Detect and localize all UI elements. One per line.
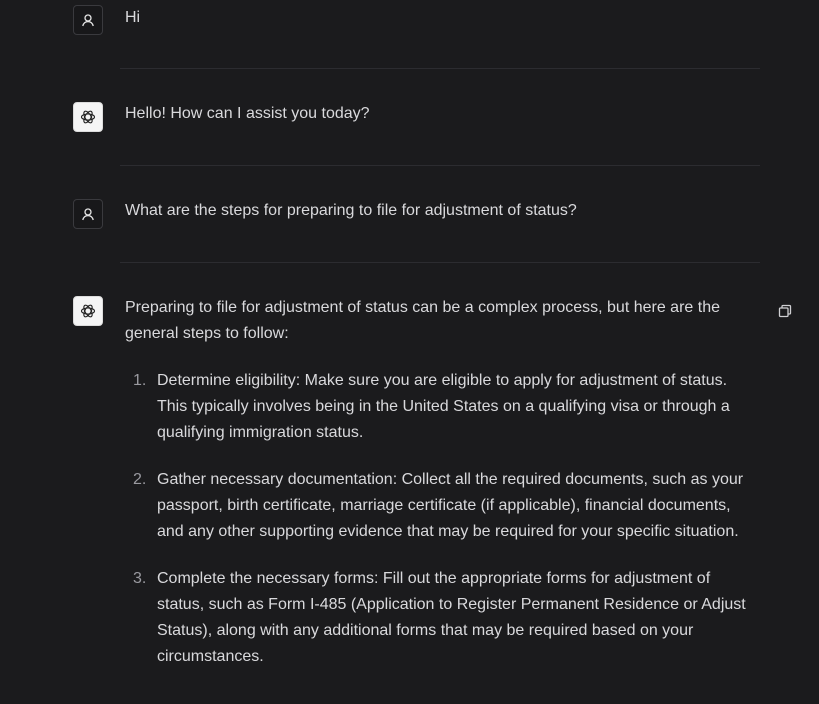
chat-conversation: Hi Hello! How can I assist you today? Wh… — [0, 0, 819, 704]
message-divider — [120, 165, 760, 166]
list-item-number: 2. — [133, 471, 147, 488]
list-item-text: Complete the necessary forms: Fill out t… — [157, 570, 746, 665]
list-item-text: Gather necessary documentation: Collect … — [157, 471, 744, 540]
list-item-number: 1. — [133, 372, 147, 389]
assistant-avatar — [73, 102, 103, 132]
list-item-text: Determine eligibility: Make sure you are… — [157, 372, 730, 441]
user-avatar — [73, 5, 103, 35]
copy-icon — [778, 304, 792, 318]
copy-button[interactable] — [778, 304, 792, 318]
message-text: What are the steps for preparing to file… — [125, 202, 577, 219]
list-item: 3. Complete the necessary forms: Fill ou… — [125, 566, 755, 670]
message-divider — [120, 262, 760, 263]
user-avatar — [73, 199, 103, 229]
openai-logo-icon — [80, 304, 96, 318]
list-item: 1. Determine eligibility: Make sure you … — [125, 368, 755, 446]
message-text: Preparing to file for adjustment of stat… — [125, 299, 720, 342]
list-item-number: 3. — [133, 570, 147, 587]
message-text: Hi — [125, 9, 141, 26]
list-item: 2. Gather necessary documentation: Colle… — [125, 467, 755, 545]
message-text: Hello! How can I assist you today? — [125, 105, 370, 122]
user-icon — [82, 14, 94, 27]
openai-logo-icon — [80, 110, 96, 124]
assistant-avatar — [73, 296, 103, 326]
message-divider — [120, 68, 760, 69]
steps-list: 1. Determine eligibility: Make sure you … — [125, 368, 755, 691]
user-icon — [82, 208, 94, 221]
